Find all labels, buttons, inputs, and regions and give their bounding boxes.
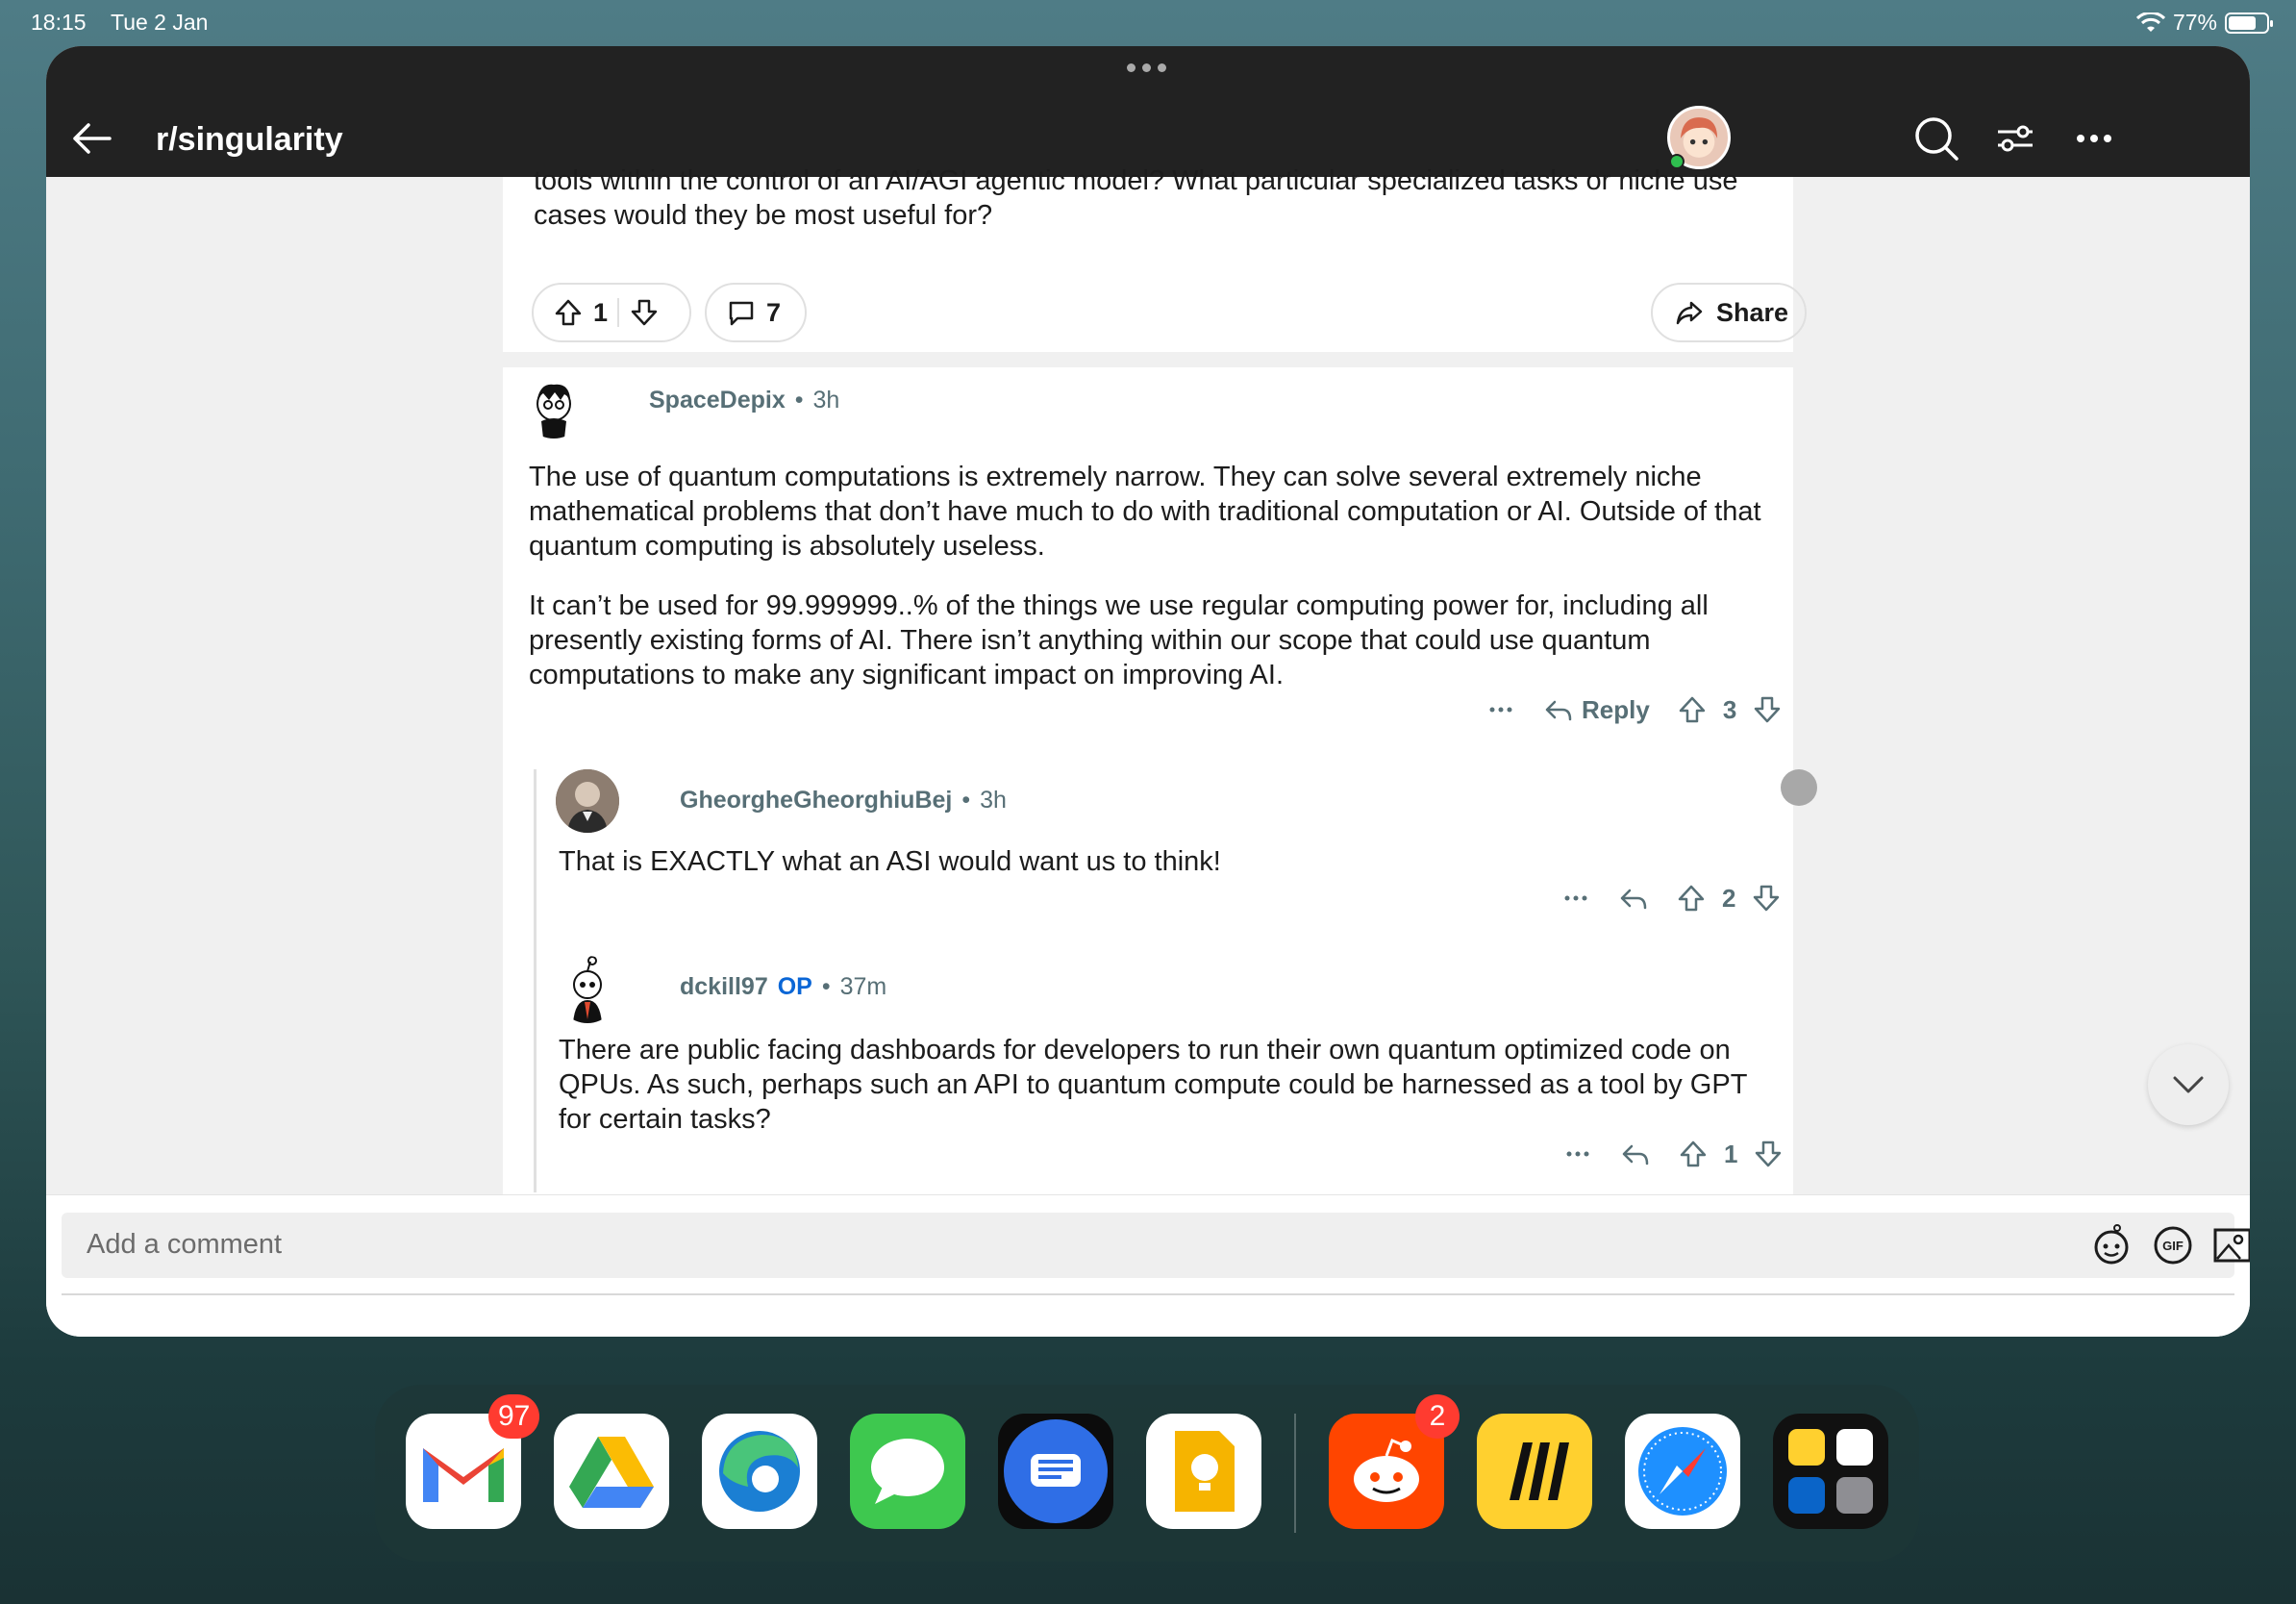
share-label: Share	[1716, 297, 1789, 327]
composer-divider	[62, 1293, 2234, 1295]
more-icon[interactable]	[1560, 883, 1591, 914]
comment-time: 37m	[839, 973, 887, 1000]
downvote-icon[interactable]	[1751, 883, 1782, 914]
search-icon[interactable]	[1911, 113, 1961, 163]
edge-app-icon[interactable]	[702, 1414, 817, 1529]
post-body: tools within the control of an AI/AGI ag…	[534, 165, 1738, 231]
op-badge: OP	[777, 973, 812, 1000]
comment-icon	[729, 301, 754, 326]
post-comments-button[interactable]: 7	[705, 283, 807, 342]
chevron-down-icon	[2173, 1076, 2204, 1093]
comment-composer: Add a comment GIF	[46, 1194, 2250, 1337]
reply-icon[interactable]	[1618, 883, 1649, 914]
reddit-badge: 2	[1415, 1394, 1460, 1439]
comment-time: 3h	[812, 387, 840, 414]
thread-line[interactable]	[534, 769, 537, 1192]
comment-score: 1	[1724, 1139, 1738, 1168]
upvote-icon[interactable]	[1677, 694, 1708, 725]
comment-vote-control: 3	[1677, 694, 1783, 725]
back-arrow-icon[interactable]	[67, 113, 117, 163]
more-icon[interactable]	[1485, 694, 1516, 725]
comment-meta: GheorgheGheorghiuBej • 3h	[680, 787, 1007, 815]
avatar[interactable]	[522, 375, 586, 439]
dock-separator	[1294, 1414, 1296, 1533]
post-card: tools within the control of an AI/AGI ag…	[503, 165, 1807, 352]
status-time: 18:15	[31, 10, 87, 35]
comment-body: The use of quantum computations is extre…	[529, 460, 1769, 717]
comment-actions: Reply 3	[1485, 694, 1783, 725]
gmail-badge: 97	[488, 1394, 540, 1439]
beeper-app-icon[interactable]	[998, 1414, 1113, 1529]
comment-score: 3	[1722, 694, 1737, 724]
reply-label: Reply	[1582, 694, 1650, 724]
comment-vote-control: 1	[1678, 1139, 1784, 1169]
comment-author[interactable]: SpaceDepix	[649, 387, 786, 414]
comment-thread: SpaceDepix • 3h The use of quantum compu…	[503, 367, 1793, 1202]
snoo-emoji-icon[interactable]	[2088, 1222, 2134, 1268]
status-right: 77%	[2135, 10, 2273, 36]
comment-score: 2	[1722, 883, 1736, 913]
comment-vote-control: 2	[1676, 883, 1782, 914]
comment-actions: 2	[1560, 883, 1782, 914]
comment-meta: SpaceDepix • 3h	[649, 387, 840, 414]
avatar[interactable]	[556, 956, 619, 1023]
comment-input-placeholder: Add a comment	[87, 1229, 283, 1260]
miro-app-icon[interactable]	[1477, 1414, 1592, 1529]
reply-icon	[1545, 700, 1572, 721]
reddit-window: r/singularity tools within the control o…	[46, 46, 2250, 1337]
battery-icon	[2225, 12, 2273, 34]
more-icon[interactable]	[1562, 1139, 1593, 1169]
scroll-indicator[interactable]	[1781, 769, 1817, 806]
safari-app-icon[interactable]	[1625, 1414, 1740, 1529]
gif-icon[interactable]: GIF	[2150, 1222, 2196, 1268]
downvote-icon[interactable]	[629, 297, 660, 328]
google-keep-app-icon[interactable]	[1146, 1414, 1261, 1529]
downvote-icon[interactable]	[1752, 694, 1783, 725]
upvote-icon[interactable]	[1676, 883, 1707, 914]
post-score: 1	[593, 297, 609, 327]
more-icon[interactable]	[2069, 113, 2119, 163]
post-comment-count: 7	[766, 297, 782, 327]
jump-next-comment-button[interactable]	[2148, 1044, 2229, 1125]
reply-icon[interactable]	[1620, 1139, 1651, 1169]
multitasking-grabber[interactable]	[1127, 63, 1166, 72]
wifi-icon	[2135, 12, 2165, 32]
comment-author[interactable]: dckill97	[680, 973, 768, 1001]
dock: 97 2	[375, 1385, 1919, 1562]
comment-paragraph: It can’t be used for 99.999999..% of the…	[529, 590, 1709, 690]
status-bar: 18:15 Tue 2 Jan 77%	[0, 0, 2296, 46]
comment-paragraph: The use of quantum computations is extre…	[529, 462, 1761, 562]
google-drive-app-icon[interactable]	[554, 1414, 669, 1529]
comment-body: There are public facing dashboards for d…	[559, 1035, 1747, 1135]
messages-app-icon[interactable]	[850, 1414, 965, 1529]
avatar[interactable]	[556, 769, 619, 833]
comment-actions: 1	[1562, 1139, 1784, 1169]
comments-feed[interactable]: tools within the control of an AI/AGI ag…	[503, 165, 1807, 1283]
battery-percent: 77%	[2172, 10, 2217, 35]
comment-time: 3h	[980, 787, 1007, 814]
post-vote-control: 1	[532, 283, 691, 342]
comment-author[interactable]: GheorgheGheorghiuBej	[680, 787, 952, 815]
upvote-icon[interactable]	[553, 297, 584, 328]
upvote-icon[interactable]	[1678, 1139, 1709, 1169]
filter-icon[interactable]	[1990, 113, 2040, 163]
reply-button[interactable]: Reply	[1543, 694, 1650, 725]
svg-text:GIF: GIF	[2162, 1239, 2184, 1253]
share-button[interactable]: Share	[1651, 283, 1807, 342]
comment-body: That is EXACTLY what an ASI would want u…	[559, 846, 1221, 877]
app-library-icon[interactable]	[1773, 1414, 1888, 1529]
comment-input[interactable]: Add a comment GIF	[62, 1213, 2250, 1278]
comment-meta: dckill97 OP • 37m	[680, 973, 887, 1001]
subreddit-title[interactable]: r/singularity	[156, 121, 343, 159]
share-icon	[1676, 301, 1703, 325]
top-bar: r/singularity	[46, 46, 2250, 177]
status-date: Tue 2 Jan	[111, 10, 209, 35]
downvote-icon[interactable]	[1753, 1139, 1784, 1169]
image-icon[interactable]	[2209, 1222, 2250, 1268]
